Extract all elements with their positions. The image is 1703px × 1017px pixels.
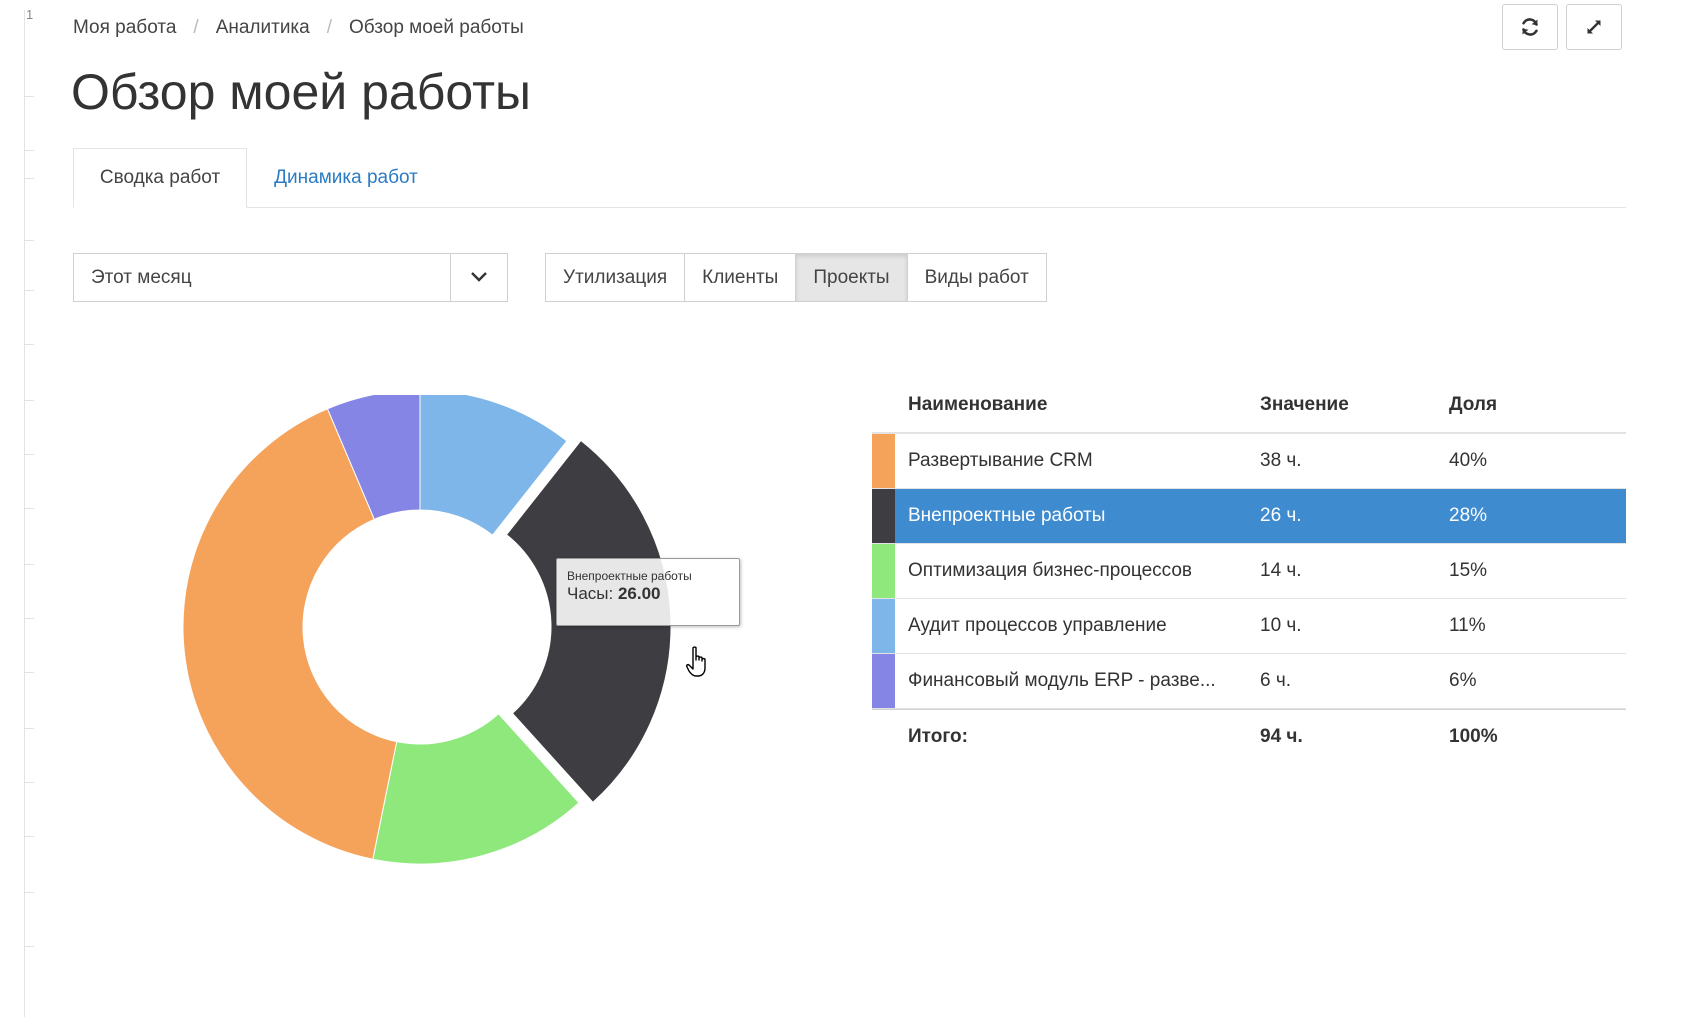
period-select[interactable]: Этот месяц: [73, 253, 508, 302]
view-utilization-button[interactable]: Утилизация: [546, 254, 686, 301]
row-value: 6 ч.: [1260, 670, 1292, 691]
left-panel-edge: [24, 10, 25, 1017]
row-share: 6%: [1449, 670, 1477, 691]
hand-cursor-icon: [686, 646, 706, 677]
row-name: Внепроектные работы: [908, 505, 1106, 526]
left-panel-tick: [24, 96, 34, 97]
left-panel-tick: [24, 728, 34, 729]
row-share: 11%: [1449, 615, 1486, 636]
total-share: 100%: [1449, 726, 1498, 747]
row-value: 10 ч.: [1260, 615, 1302, 636]
tab-work-summary[interactable]: Сводка работ: [73, 148, 247, 208]
table-row[interactable]: Развертывание CRM 38 ч. 40%: [872, 434, 1626, 489]
column-header-name: Наименование: [908, 394, 1048, 415]
breadcrumb: Моя работа / Аналитика / Обзор моей работы: [73, 17, 524, 39]
legend-swatch: [872, 544, 895, 598]
fullscreen-button[interactable]: [1566, 4, 1622, 50]
row-share: 28%: [1449, 505, 1488, 526]
tooltip-label: Часы:: [567, 584, 618, 603]
breadcrumb-my-work[interactable]: Моя работа: [73, 17, 176, 38]
column-header-value: Значение: [1260, 394, 1349, 415]
row-name: Оптимизация бизнес-процессов: [908, 560, 1193, 581]
left-panel-tick: [24, 454, 34, 455]
left-panel-tick: [24, 836, 34, 837]
table-row[interactable]: Финансовый модуль ERP - разве... 6 ч. 6%: [872, 654, 1626, 709]
view-clients-button[interactable]: Клиенты: [685, 254, 797, 301]
view-work-types-button[interactable]: Виды работ: [907, 254, 1046, 301]
row-name: Финансовый модуль ERP - разве...: [908, 670, 1216, 691]
breadcrumb-separator: /: [326, 17, 333, 38]
legend-swatch: [872, 434, 895, 488]
chart-tooltip: Внепроектные работы Часы: 26.00: [556, 558, 740, 626]
view-toggle-group: Утилизация Клиенты Проекты Виды работ: [545, 253, 1047, 302]
breadcrumb-current: Обзор моей работы: [349, 17, 524, 38]
left-panel-tick: [24, 344, 34, 345]
total-value: 94 ч.: [1260, 726, 1303, 747]
period-select-value: Этот месяц: [91, 267, 192, 288]
left-panel-tick: [24, 946, 34, 947]
left-panel-tick: [24, 400, 34, 401]
row-share: 40%: [1449, 450, 1488, 471]
row-value: 26 ч.: [1260, 505, 1302, 526]
left-panel-tick: [24, 892, 34, 893]
tooltip-title: Внепроектные работы: [567, 569, 692, 583]
tooltip-line: Часы: 26.00: [567, 583, 729, 605]
left-panel-tick: [24, 178, 34, 179]
breadcrumb-separator: /: [193, 17, 199, 38]
total-label: Итого:: [908, 726, 968, 747]
projects-table: Наименование Значение Доля Развертывание…: [872, 378, 1626, 764]
row-name: Развертывание CRM: [908, 450, 1093, 471]
tooltip-value: 26.00: [617, 584, 661, 603]
left-panel-tick: [24, 782, 34, 783]
row-share: 15%: [1449, 560, 1488, 581]
table-total-row: Итого: 94 ч. 100%: [872, 709, 1626, 764]
left-panel-tick: [24, 240, 34, 241]
refresh-button[interactable]: [1502, 4, 1558, 50]
left-panel-tick: [24, 672, 34, 673]
legend-swatch: [872, 599, 895, 653]
left-panel-tick: [24, 618, 34, 619]
left-panel-tick: [24, 564, 34, 565]
refresh-icon: [1522, 18, 1538, 36]
row-value: 38 ч.: [1260, 450, 1302, 471]
table-row[interactable]: Оптимизация бизнес-процессов 14 ч. 15%: [872, 544, 1626, 599]
legend-swatch: [872, 654, 895, 708]
row-name: Аудит процессов управление: [908, 615, 1167, 636]
left-panel-marker: 1: [26, 7, 34, 22]
left-panel-tick: [24, 290, 34, 291]
tab-work-dynamics[interactable]: Динамика работ: [248, 148, 444, 208]
chevron-down-icon[interactable]: [461, 263, 497, 291]
breadcrumb-analytics[interactable]: Аналитика: [216, 17, 310, 38]
left-panel-tick: [24, 150, 34, 151]
expand-icon: [1587, 20, 1601, 34]
table-row[interactable]: Внепроектные работы 26 ч. 28%: [872, 489, 1626, 544]
donut-chart: [182, 395, 672, 865]
page-title: Обзор моей работы: [71, 64, 531, 120]
table-header-row: Наименование Значение Доля: [872, 378, 1626, 434]
legend-swatch: [872, 489, 895, 543]
view-projects-button[interactable]: Проекты: [796, 254, 908, 301]
left-panel-tick: [24, 508, 34, 509]
table-row[interactable]: Аудит процессов управление 10 ч. 11%: [872, 599, 1626, 654]
row-value: 14 ч.: [1260, 560, 1302, 581]
select-divider: [450, 254, 451, 301]
column-header-share: Доля: [1449, 394, 1498, 415]
